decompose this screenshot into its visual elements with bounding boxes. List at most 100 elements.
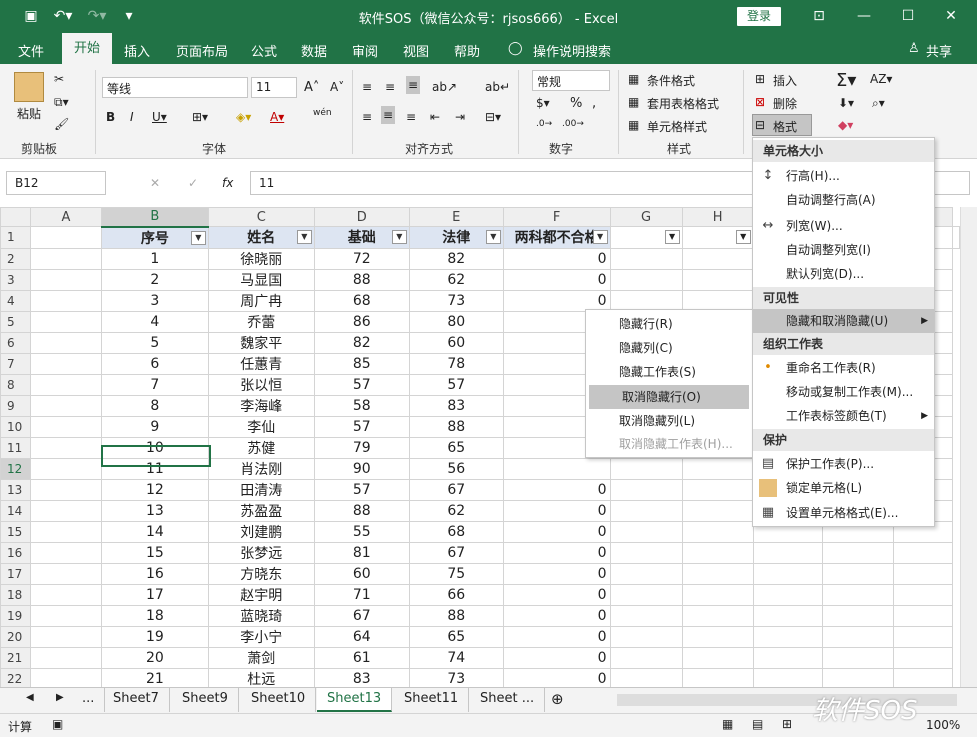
cell-serial[interactable]: 5 [100,331,209,354]
cell-name[interactable]: 张以恒 [207,373,315,396]
cell-styles-icon[interactable]: ▦ [628,118,639,132]
cell-basic-score[interactable]: 61 [313,646,410,669]
cell-basic-score[interactable]: 90 [313,457,410,480]
align-left-icon[interactable]: ≡ [362,110,372,124]
cell-fail-both[interactable]: 0 [502,268,611,291]
cell-fail-both[interactable]: 0 [502,499,611,522]
cell-name[interactable]: 肖法刚 [207,457,315,480]
tab-view[interactable]: 视图 [403,41,429,60]
row-header[interactable]: 18 [0,583,31,606]
cell-law-score[interactable]: 80 [408,310,504,333]
cell-basic-score[interactable]: 64 [313,625,410,648]
cell[interactable] [681,646,754,669]
cell[interactable] [681,541,754,564]
align-right-icon[interactable]: ≡ [406,110,416,124]
vertical-scrollbar[interactable] [960,207,977,687]
cell[interactable] [821,583,894,606]
row-header[interactable]: 1 [0,226,31,249]
cell-serial[interactable]: 16 [100,562,209,585]
sheet-tab[interactable]: Sheet11 [394,688,470,712]
cell-basic-score[interactable]: 57 [313,478,410,501]
header-cell[interactable]: 姓名 ▼ [207,226,315,249]
align-middle-icon[interactable]: ≡ [385,80,395,94]
cell[interactable] [892,667,954,687]
tell-me-search[interactable]: 操作说明搜索 [533,41,611,60]
cell-name[interactable]: 乔蕾 [207,310,315,333]
cell-law-score[interactable]: 67 [408,478,504,501]
cell[interactable] [821,604,894,627]
cell-fail-both[interactable]: 0 [502,667,611,687]
col-header-g[interactable]: G [609,207,683,227]
cell-basic-score[interactable]: 79 [313,436,410,459]
fill-color-icon[interactable]: ◈▾ [236,110,251,124]
col-header-f[interactable]: F [502,207,611,227]
cell-name[interactable]: 蓝晓琦 [207,604,315,627]
cell-law-score[interactable]: 62 [408,268,504,291]
find-icon[interactable]: ⌕▾ [872,96,885,111]
menu-item-unhide-columns[interactable]: 取消隐藏列(L) [586,409,752,433]
cell-name[interactable]: 杜远 [207,667,315,687]
cell[interactable] [609,541,683,564]
cell[interactable] [821,562,894,585]
cell-law-score[interactable]: 73 [408,667,504,687]
filter-dropdown-icon[interactable]: ▼ [190,230,206,245]
cell-serial[interactable]: 20 [100,646,209,669]
page-layout-view-icon[interactable]: ▤ [752,717,763,731]
cell-basic-score[interactable]: 83 [313,667,410,687]
cell-basic-score[interactable]: 60 [313,562,410,585]
cell[interactable] [609,667,683,687]
cell[interactable] [29,394,102,417]
cell-law-score[interactable]: 57 [408,373,504,396]
cell-basic-score[interactable]: 82 [313,331,410,354]
next-sheet-icon[interactable]: ▶ [56,692,64,703]
increase-decimal-icon[interactable]: .0→ [536,119,552,129]
col-header-d[interactable]: D [313,207,410,227]
row-header[interactable]: 14 [0,499,31,522]
currency-icon[interactable]: $▾ [536,96,550,110]
row-header[interactable]: 16 [0,541,31,564]
cell-law-score[interactable]: 88 [408,415,504,438]
col-header-c[interactable]: C [207,207,315,227]
cell-serial[interactable]: 19 [100,625,209,648]
cell[interactable] [892,604,954,627]
name-box[interactable]: B12 [6,171,106,195]
cell-serial[interactable]: 4 [100,310,209,333]
col-header-e[interactable]: E [408,207,504,227]
cell-name[interactable]: 周广冉 [207,289,315,312]
menu-item-column-width[interactable]: ↔ 列宽(W)... [753,214,934,238]
cell[interactable] [821,667,894,687]
tab-help[interactable]: 帮助 [454,41,480,60]
cell-serial[interactable]: 8 [100,394,209,417]
cell-name[interactable]: 李海峰 [207,394,315,417]
cell-serial[interactable]: 2 [100,268,209,291]
filter-dropdown-icon[interactable]: ▼ [735,230,751,244]
align-bottom-icon[interactable]: ≡ [406,76,421,94]
conditional-format-icon[interactable]: ▦ [628,72,639,86]
cell-serial[interactable]: 18 [100,604,209,627]
cell[interactable] [681,289,754,312]
row-header[interactable]: 8 [0,373,31,396]
cancel-icon[interactable]: ✕ [150,176,160,190]
cell-name[interactable]: 马显国 [207,268,315,291]
border-icon[interactable]: ⊞▾ [192,110,208,124]
paste-icon[interactable] [14,72,44,102]
cell[interactable] [681,457,754,480]
cell-fail-both[interactable] [502,457,611,480]
cell[interactable] [681,247,754,270]
menu-item-tab-color[interactable]: 工作表标签颜色(T) ▶ [753,404,934,428]
menu-item-autofit-column[interactable]: 自动调整列宽(I) [753,238,934,262]
format-painter-icon[interactable]: 🖌 [54,117,69,131]
cell-law-score[interactable]: 62 [408,499,504,522]
cell[interactable] [29,667,102,687]
cell-basic-score[interactable]: 55 [313,520,410,543]
increase-indent-icon[interactable]: ⇥ [455,110,465,124]
cell-law-score[interactable]: 82 [408,247,504,270]
cell-serial[interactable]: 6 [100,352,209,375]
row-header[interactable]: 13 [0,478,31,501]
cell-basic-score[interactable]: 68 [313,289,410,312]
row-header[interactable]: 11 [0,436,31,459]
cell[interactable] [29,541,102,564]
cell-fail-both[interactable]: 0 [502,541,611,564]
select-all-corner[interactable] [0,207,31,227]
cell-basic-score[interactable]: 57 [313,373,410,396]
